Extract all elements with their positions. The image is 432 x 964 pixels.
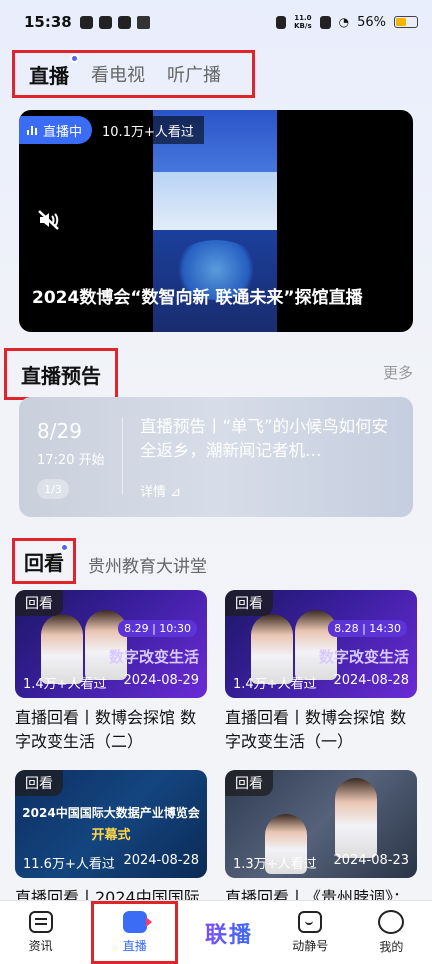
preview-pagination: 1/3 (37, 479, 69, 499)
replay-date: 2024-08-28 (123, 853, 199, 868)
replay-viewers: 1.4万+人看过 (23, 677, 107, 692)
replay-card[interactable]: 8.28 | 14:30 数字改变生活 回看 1.4万+人看过 2024-08-2… (225, 590, 417, 754)
replay-thumbnail: 8.29 | 10:30 数字改变生活 回看 1.4万+人看过 2024-08-2… (15, 590, 207, 698)
hero-viewers: 10.1万+人看过 (92, 116, 204, 144)
nav-label: 直播 (122, 939, 147, 953)
live-status-label: 直播中 (43, 124, 83, 140)
replay-thumbnail: 8.28 | 14:30 数字改变生活 回看 1.4万+人看过 2024-08-2… (225, 590, 417, 698)
nav-lianbo[interactable]: 联播 (188, 901, 269, 964)
battery-percent: 56% (357, 14, 386, 30)
profile-icon (378, 910, 405, 934)
tab-radio[interactable]: 听广播 (167, 61, 221, 87)
replay-tag: 回看 (15, 770, 63, 796)
notification-icons (79, 15, 150, 29)
host-image (335, 778, 377, 858)
sim-icon (319, 15, 331, 29)
status-time: 15:38 (24, 13, 72, 31)
mute-icon[interactable] (37, 208, 61, 232)
replay-card[interactable]: 2024中国国际大数据产业博览会 开幕式 回看 11.6万+人看过 2024-08… (15, 770, 207, 910)
preview-date: 8/29 (37, 419, 82, 443)
replay-tag: 回看 (225, 590, 273, 616)
divider (122, 417, 123, 495)
tv-icon (298, 911, 323, 933)
replay-thumbnail: 回看 1.3万+人看过 2024-08-23 (225, 770, 417, 878)
hero-badge: 直播中 10.1万+人看过 (19, 116, 204, 144)
battery-icon (394, 16, 418, 28)
preview-section-title: 直播预告 (4, 348, 118, 400)
live-hero-video[interactable]: 直播中 10.1万+人看过 2024数博会“数智向新 联通未来”探馆直播 (19, 110, 413, 332)
preview-detail-link[interactable]: 详情 ⊿ (140, 481, 181, 500)
replay-tag: 回看 (225, 770, 273, 796)
replay-viewers: 1.4万+人看过 (233, 677, 317, 692)
replay-section-title: 回看 (12, 538, 76, 584)
preview-text: 直播预告丨“单飞”的小候鸟如何安全返乡，潮新闻记者机… (140, 417, 389, 460)
replay-subtitle[interactable]: 贵州教育大讲堂 (88, 552, 207, 577)
thumb-badge: 8.28 | 14:30 (328, 620, 407, 637)
netspeed: 11.0 KB/s (294, 14, 312, 30)
bottom-nav: 资讯 直播 联播 动静号 我的 (0, 900, 432, 964)
replay-tag: 回看 (15, 590, 63, 616)
nav-label: 动静号 (292, 939, 329, 953)
replay-date: 2024-08-23 (333, 853, 409, 868)
thumb-text: 数字改变生活 (108, 648, 199, 666)
live-preview-card[interactable]: 8/29 17:20 开始 1/3 直播预告丨“单飞”的小候鸟如何安全返乡，潮新… (19, 397, 413, 517)
nav-label: 我的 (379, 940, 404, 954)
replay-thumbnail: 2024中国国际大数据产业博览会 开幕式 回看 11.6万+人看过 2024-08… (15, 770, 207, 878)
status-bar: 15:38 11.0 KB/s ◔ 56% (0, 0, 432, 44)
replay-date: 2024-08-28 (333, 673, 409, 688)
tab-tv[interactable]: 看电视 (91, 61, 145, 87)
replay-card[interactable]: 回看 1.3万+人看过 2024-08-23 直播回看丨《贵州脖调》： (225, 770, 417, 910)
replay-title: 直播回看丨数博会探馆 数字改变生活（二） (15, 708, 197, 751)
tiktok-icon (98, 15, 112, 29)
new-badge (70, 53, 79, 63)
live-icon (122, 911, 152, 933)
live-status-pill: 直播中 (19, 116, 93, 144)
live-bars-icon (27, 125, 37, 135)
nav-live[interactable]: 直播 (91, 901, 179, 964)
wifi-icon: ◔ (338, 15, 350, 29)
tab-live[interactable]: 直播 (29, 53, 79, 89)
vibrate-icon (276, 15, 287, 29)
thumb-text: 数字改变生活 (318, 648, 409, 666)
lianbo-logo: 联播 (205, 917, 253, 949)
message-icon (117, 15, 131, 29)
hero-title: 2024数博会“数智向新 联通未来”探馆直播 (32, 288, 363, 308)
thumb-badge: 开幕式 (91, 828, 131, 843)
top-tabs: 直播 看电视 听广播 (12, 50, 255, 98)
replay-card[interactable]: 8.29 | 10:30 数字改变生活 回看 1.4万+人看过 2024-08-2… (15, 590, 207, 754)
news-icon (28, 911, 53, 933)
thumb-text: 2024中国国际大数据产业博览会 (22, 806, 200, 820)
nav-label: 资讯 (28, 939, 53, 953)
nav-dongjinghao[interactable]: 动静号 (270, 901, 351, 964)
replay-viewers: 1.3万+人看过 (233, 857, 317, 872)
thumb-badge: 8.29 | 10:30 (118, 620, 197, 637)
preview-start-time: 17:20 开始 (37, 453, 105, 468)
nav-news[interactable]: 资讯 (0, 901, 81, 964)
new-badge (60, 543, 69, 552)
crown-icon (136, 15, 150, 29)
replay-viewers: 11.6万+人看过 (23, 857, 115, 872)
nav-me[interactable]: 我的 (351, 901, 432, 964)
replay-title: 直播回看丨数博会探馆 数字改变生活（一） (225, 708, 407, 751)
app-notification-icon (79, 15, 93, 29)
more-link[interactable]: 更多 (383, 362, 413, 383)
replay-date: 2024-08-29 (123, 673, 199, 688)
